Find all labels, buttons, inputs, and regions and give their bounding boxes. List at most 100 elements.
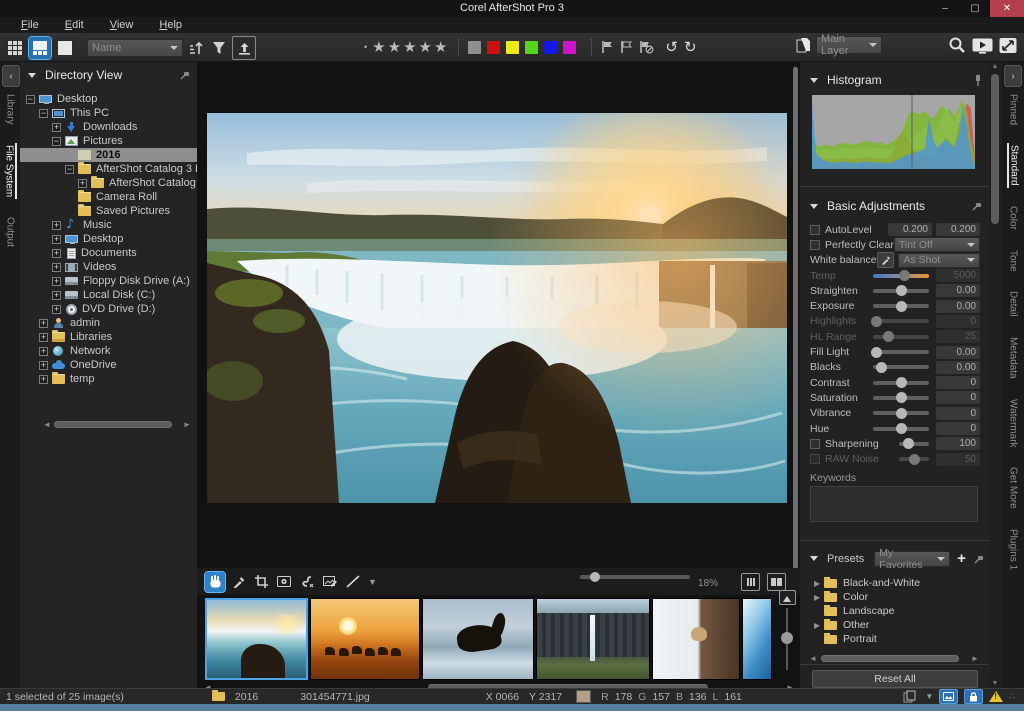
thumbnail-sunset-horses[interactable] xyxy=(310,598,420,680)
hue-slider[interactable] xyxy=(873,427,929,431)
rating-dot[interactable]: • xyxy=(364,42,367,52)
expand-toggle-icon[interactable]: + xyxy=(39,347,48,356)
zoom-slider[interactable] xyxy=(580,575,690,579)
contrast-slider[interactable] xyxy=(873,381,929,385)
panel-vscrollbar[interactable]: ▲ ▼ xyxy=(989,62,1001,688)
tab-standard[interactable]: Standard xyxy=(1007,143,1020,188)
multi-view-button[interactable] xyxy=(741,573,760,591)
tab-watermark[interactable]: Watermark xyxy=(1008,397,1019,450)
output-queue-button[interactable] xyxy=(232,36,256,60)
thumbnail-view-button[interactable] xyxy=(4,37,26,59)
raw-noise-checkbox[interactable] xyxy=(810,454,820,464)
preset-folder-landscape[interactable]: Landscape xyxy=(814,604,984,618)
compare-view-button[interactable] xyxy=(767,573,786,591)
expand-toggle-icon[interactable]: + xyxy=(52,123,61,132)
expand-toggle-icon[interactable]: + xyxy=(78,179,87,188)
sharpening-slider[interactable] xyxy=(899,442,929,446)
dropper-tool-button[interactable] xyxy=(228,572,248,592)
maximize-button[interactable]: ▢ xyxy=(960,0,990,17)
star-icon[interactable]: ★ xyxy=(372,39,387,56)
fill-light-slider-knob[interactable] xyxy=(871,347,882,358)
flag-pick-icon[interactable] xyxy=(601,40,614,54)
temp-slider[interactable] xyxy=(873,274,929,278)
sort-order-button[interactable] xyxy=(186,37,206,59)
tree-item-desktop[interactable]: −Desktop xyxy=(20,92,197,106)
vibrance-value[interactable]: 0 xyxy=(936,407,980,420)
highlights-slider-knob[interactable] xyxy=(871,316,882,327)
preset-folder-portrait[interactable]: Portrait xyxy=(814,632,984,646)
pin-icon[interactable] xyxy=(179,69,191,81)
scroll-right-icon[interactable]: ► xyxy=(970,654,980,663)
tab-metadata[interactable]: Metadata xyxy=(1008,335,1019,381)
tab-detail[interactable]: Detail xyxy=(1008,289,1019,319)
star-icon[interactable]: ★ xyxy=(419,39,434,56)
tree-item-camera-roll[interactable]: Camera Roll xyxy=(20,190,197,204)
pin-icon[interactable] xyxy=(973,74,983,87)
crop-tool-button[interactable] xyxy=(251,572,271,592)
raw-noise-slider[interactable] xyxy=(899,457,929,461)
exposure-slider[interactable] xyxy=(873,304,929,308)
filter-button[interactable] xyxy=(209,37,229,59)
tree-item-documents[interactable]: +Documents xyxy=(20,246,197,260)
tab-library[interactable]: Library xyxy=(5,92,16,127)
tab-pinned[interactable]: Pinned xyxy=(1008,92,1019,127)
scroll-left-icon[interactable]: ◄ xyxy=(808,654,818,663)
tint-dropdown[interactable]: Tint Off xyxy=(894,237,980,252)
vibrance-slider[interactable] xyxy=(873,411,929,415)
expand-toggle-icon[interactable]: − xyxy=(26,95,35,104)
tree-item-libraries[interactable]: +Libraries xyxy=(20,330,197,344)
sharpening-checkbox[interactable] xyxy=(810,439,820,449)
preset-folder-color[interactable]: ▶Color xyxy=(814,590,984,604)
tab-plugins-1[interactable]: Plugins 1 xyxy=(1008,527,1019,572)
copy-settings-icon[interactable] xyxy=(903,690,919,703)
presets-hscrollbar[interactable]: ◄ ► xyxy=(808,654,980,663)
thumbnail-waterfall[interactable] xyxy=(205,598,308,680)
tab-output[interactable]: Output xyxy=(5,215,16,249)
color-label-3[interactable] xyxy=(506,41,519,54)
lock-button[interactable] xyxy=(964,689,983,704)
vibrance-slider-knob[interactable] xyxy=(896,408,907,419)
temp-slider-knob[interactable] xyxy=(899,270,910,281)
hue-value[interactable]: 0 xyxy=(936,422,980,435)
straighten-tool-button[interactable] xyxy=(343,572,363,592)
expand-toggle-icon[interactable]: + xyxy=(39,333,48,342)
standard-view-button[interactable] xyxy=(29,37,51,59)
exposure-value[interactable]: 0.00 xyxy=(936,300,980,313)
close-button[interactable]: ✕ xyxy=(990,0,1024,17)
star-icon[interactable]: ★ xyxy=(403,39,418,56)
raw-noise-slider-knob[interactable] xyxy=(909,454,920,465)
menu-help[interactable]: Help xyxy=(146,18,195,32)
fill-light-value[interactable]: 0.00 xyxy=(936,346,980,359)
contrast-slider-knob[interactable] xyxy=(896,377,907,388)
scroll-right-icon[interactable]: ► xyxy=(182,420,192,429)
color-label-2[interactable] xyxy=(487,41,500,54)
saturation-slider[interactable] xyxy=(873,396,929,400)
tree-item-admin[interactable]: +admin xyxy=(20,316,197,330)
straighten-slider-knob[interactable] xyxy=(896,285,907,296)
resize-grip[interactable]: ∴ xyxy=(1009,691,1016,702)
straighten-slider[interactable] xyxy=(873,289,929,293)
exposure-slider-knob[interactable] xyxy=(896,301,907,312)
expand-arrow-icon[interactable]: ▶ xyxy=(814,621,824,630)
sharpening-value[interactable]: 100 xyxy=(936,437,980,450)
tree-item-aftershot-catalog[interactable]: +AfterShot Catalog xyxy=(20,176,197,190)
fill-light-slider[interactable] xyxy=(873,350,929,354)
thumbnail-running-horse[interactable] xyxy=(422,598,534,680)
tab-file-system[interactable]: File System xyxy=(4,143,17,199)
search-icon[interactable] xyxy=(948,36,966,54)
autolevel-value-2[interactable]: 0.200 xyxy=(936,223,980,236)
blacks-value[interactable]: 0.00 xyxy=(936,361,980,374)
highlights-value[interactable]: 0 xyxy=(936,315,980,328)
layer-page-icon[interactable] xyxy=(796,37,811,54)
expand-toggle-icon[interactable]: + xyxy=(52,235,61,244)
expand-toggle-icon[interactable]: + xyxy=(52,291,61,300)
expand-toggle-icon[interactable]: + xyxy=(39,375,48,384)
thumbnail-ice[interactable] xyxy=(742,598,772,680)
color-label-5[interactable] xyxy=(544,41,557,54)
perfectly-clear-checkbox[interactable] xyxy=(810,240,820,250)
flag-reject-icon[interactable] xyxy=(639,40,654,54)
white-balance-dropdown[interactable]: As Shot xyxy=(898,253,980,268)
expand-toggle-icon[interactable]: + xyxy=(52,305,61,314)
edit-tool-button[interactable] xyxy=(320,572,340,592)
white-balance-dropper-button[interactable] xyxy=(877,252,895,268)
